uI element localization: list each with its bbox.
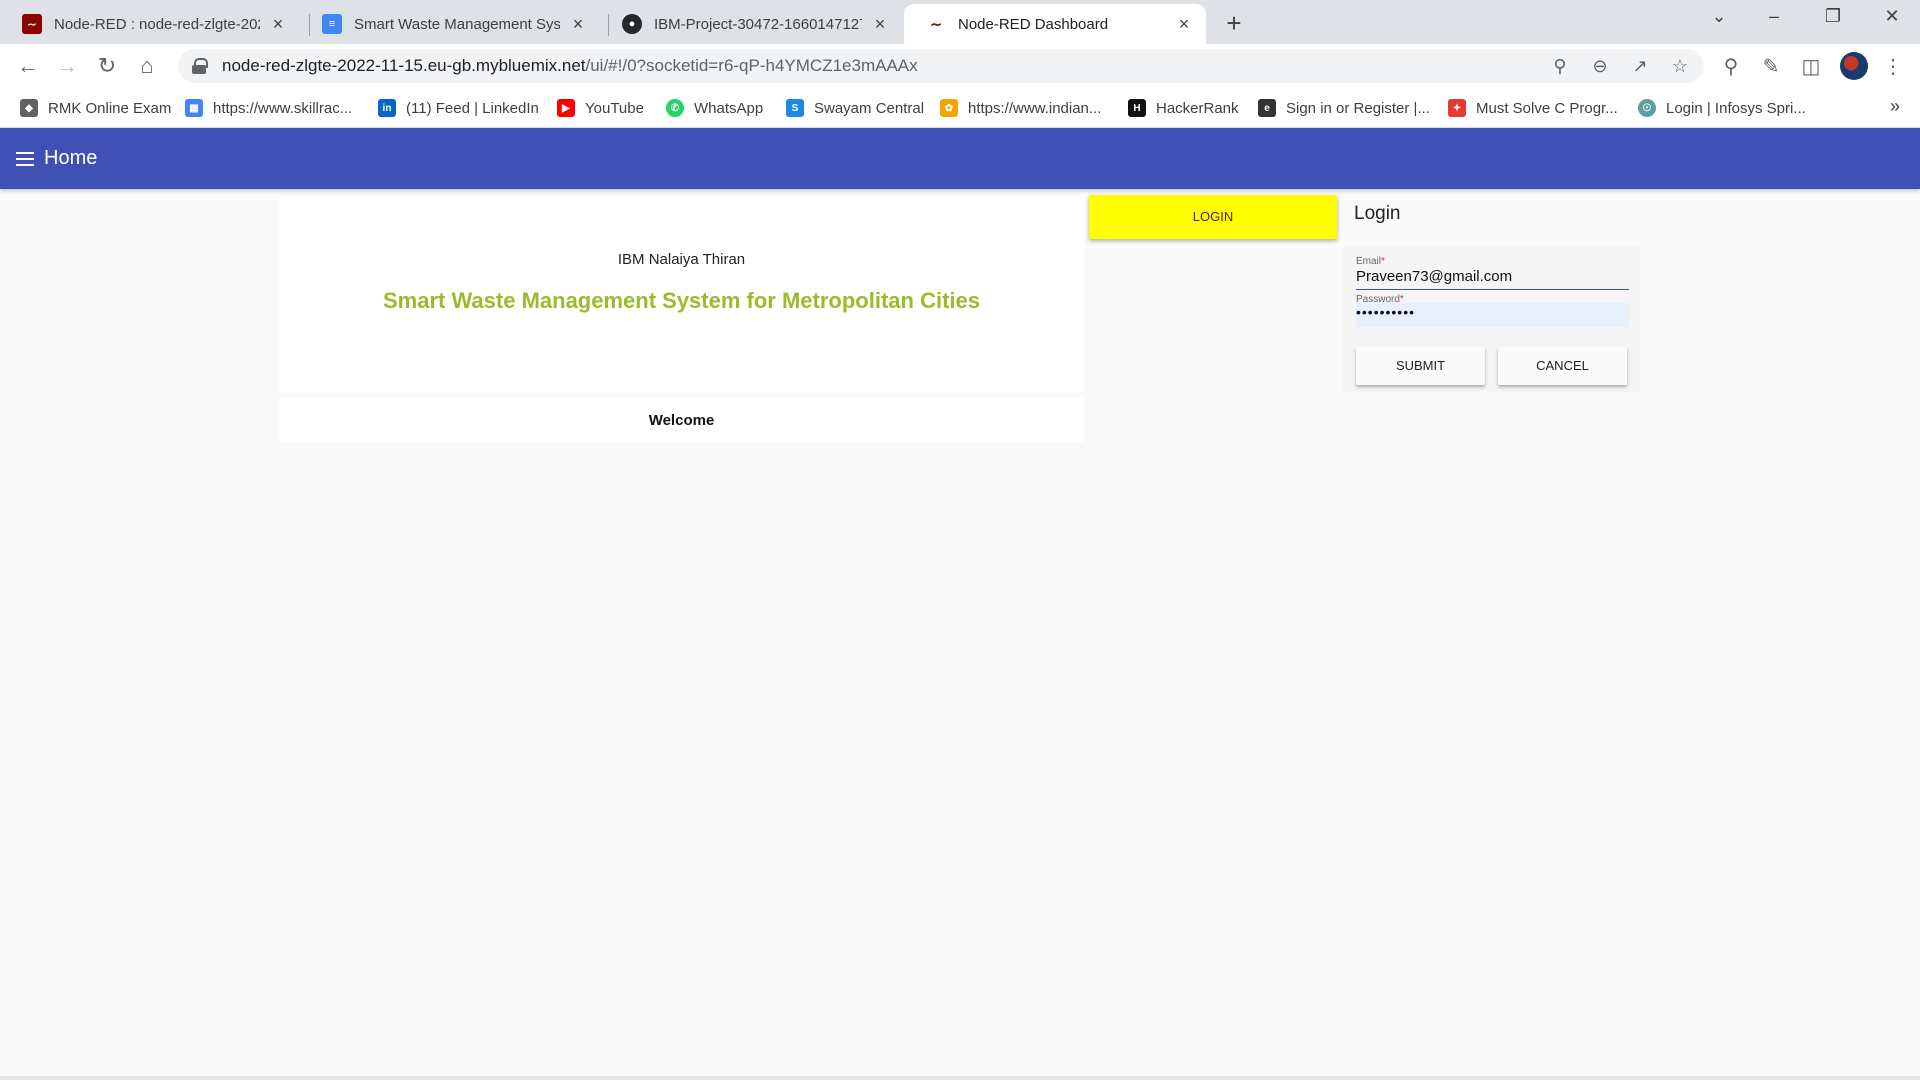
node-red-icon: ∼ bbox=[926, 14, 946, 34]
password-field[interactable]: •••••••••• bbox=[1356, 303, 1629, 327]
whatsapp-icon: ✆ bbox=[666, 99, 684, 117]
bookmark-label: Swayam Central bbox=[814, 99, 925, 117]
tab-search-icon[interactable]: ⌄ bbox=[1699, 6, 1739, 27]
youtube-icon: ▶ bbox=[557, 99, 575, 117]
browser-toolbar: ← → ↻ ⌂ node-red-zlgte-2022-11-15.eu-gb.… bbox=[0, 44, 1920, 88]
forward-button[interactable]: → bbox=[53, 52, 81, 80]
back-button[interactable]: ← bbox=[14, 52, 42, 80]
bookmark-sign-in[interactable]: e Sign in or Register |... bbox=[1258, 97, 1430, 119]
submit-button[interactable]: SUBMIT bbox=[1356, 346, 1485, 385]
bookmark-label: https://www.skillrac... bbox=[213, 99, 353, 117]
dashboard-app-bar: Home bbox=[0, 128, 1920, 189]
welcome-card: Welcome bbox=[279, 397, 1084, 442]
bookmark-label: (11) Feed | LinkedIn bbox=[406, 99, 539, 117]
skillrack-icon: ▦ bbox=[185, 99, 203, 117]
close-icon[interactable]: × bbox=[870, 14, 890, 35]
extensions-icon[interactable]: ✎ bbox=[1758, 54, 1784, 79]
bookmark-linkedin[interactable]: in (11) Feed | LinkedIn bbox=[378, 97, 539, 119]
login-heading: Login bbox=[1354, 203, 1401, 224]
tab-title: Node-RED : node-red-zlgte-2022-11-15 bbox=[54, 15, 260, 33]
minimize-button[interactable]: – bbox=[1754, 6, 1794, 27]
bookmark-label: WhatsApp bbox=[694, 99, 764, 117]
tab-node-red-dashboard[interactable]: ∼ Node-RED Dashboard × bbox=[904, 4, 1206, 44]
eventbrite-icon: e bbox=[1258, 99, 1276, 117]
swayam-icon: S bbox=[786, 99, 804, 117]
title-card: IBM Nalaiya Thiran Smart Waste Managemen… bbox=[279, 196, 1084, 392]
hamburger-menu-icon[interactable] bbox=[16, 151, 34, 166]
bookmark-whatsapp[interactable]: ✆ WhatsApp bbox=[666, 97, 763, 119]
address-bar[interactable]: node-red-zlgte-2022-11-15.eu-gb.mybluemi… bbox=[178, 49, 1704, 83]
welcome-text: Welcome bbox=[648, 412, 715, 429]
email-field[interactable]: Praveen73@gmail.com bbox=[1356, 268, 1629, 290]
bookmark-label: YouTube bbox=[585, 99, 644, 117]
bookmark-label: RMK Online Exam bbox=[48, 99, 172, 117]
close-icon[interactable]: × bbox=[268, 14, 288, 35]
bookmark-must-solve-c[interactable]: ✦ Must Solve C Progr... bbox=[1448, 97, 1618, 119]
cancel-button[interactable]: CANCEL bbox=[1498, 346, 1627, 385]
tab-github[interactable]: ● IBM-Project-30472-1660147127/ × bbox=[600, 4, 902, 44]
bookmarks-bar: ◆ RMK Online Exam ▦ https://www.skillrac… bbox=[0, 88, 1920, 128]
github-icon: ● bbox=[622, 14, 642, 34]
email-label: Email* bbox=[1356, 256, 1385, 267]
bookmark-hackerrank[interactable]: H HackerRank bbox=[1128, 97, 1239, 119]
menu-kebab-icon[interactable]: ⋮ bbox=[1880, 54, 1906, 79]
bookmark-indianbank[interactable]: ✿ https://www.indian... bbox=[940, 97, 1101, 119]
subtitle-text: IBM Nalaiya Thiran bbox=[617, 251, 746, 268]
node-red-icon: ∼ bbox=[22, 14, 42, 34]
bookmark-youtube[interactable]: ▶ YouTube bbox=[557, 97, 644, 119]
bookmark-label: https://www.indian... bbox=[968, 99, 1102, 117]
bookmark-infosys[interactable]: ☉ Login | Infosys Spri... bbox=[1638, 97, 1806, 119]
lock-icon[interactable] bbox=[192, 58, 208, 74]
restore-button[interactable]: ❐ bbox=[1813, 6, 1853, 27]
bookmark-label: Sign in or Register |... bbox=[1286, 99, 1430, 117]
page-title: Home bbox=[44, 147, 98, 169]
bookmark-label: Login | Infosys Spri... bbox=[1666, 99, 1806, 117]
login-form: Email* Praveen73@gmail.com Password* •••… bbox=[1343, 246, 1640, 392]
hackerrank-icon: H bbox=[1128, 99, 1146, 117]
bookmark-rmk-online-exam[interactable]: ◆ RMK Online Exam bbox=[20, 97, 171, 119]
url-text[interactable]: node-red-zlgte-2022-11-15.eu-gb.mybluemi… bbox=[222, 56, 918, 76]
tab-google-doc[interactable]: ≡ Smart Waste Management System × bbox=[300, 4, 600, 44]
tab-title: IBM-Project-30472-1660147127/ bbox=[654, 15, 862, 33]
reload-button[interactable]: ↻ bbox=[93, 52, 121, 80]
bookmark-label: HackerRank bbox=[1156, 99, 1239, 117]
key-icon[interactable]: ⚲ bbox=[1548, 56, 1572, 77]
project-title: Smart Waste Management System for Metrop… bbox=[383, 288, 980, 313]
tab-strip: ∼ Node-RED : node-red-zlgte-2022-11-15 ×… bbox=[0, 0, 1920, 44]
share-icon[interactable]: ↗ bbox=[1628, 56, 1652, 77]
side-panel-icon[interactable]: ◫ bbox=[1798, 54, 1824, 79]
globe-icon: ☉ bbox=[1638, 99, 1656, 117]
close-icon[interactable]: × bbox=[1174, 14, 1194, 35]
tab-title: Smart Waste Management System bbox=[354, 15, 560, 33]
google-docs-icon: ≡ bbox=[322, 14, 342, 34]
shield-icon: ◆ bbox=[20, 99, 38, 117]
close-icon[interactable]: × bbox=[568, 14, 588, 35]
tab-node-red-editor[interactable]: ∼ Node-RED : node-red-zlgte-2022-11-15 × bbox=[0, 4, 300, 44]
star-icon[interactable]: ☆ bbox=[1668, 56, 1692, 77]
bookmark-label: Must Solve C Progr... bbox=[1476, 99, 1618, 117]
puzzle-icon: ✦ bbox=[1448, 99, 1466, 117]
bottom-divider bbox=[0, 1076, 1920, 1080]
home-button[interactable]: ⌂ bbox=[133, 52, 161, 80]
linkedin-icon: in bbox=[378, 99, 396, 117]
more-bookmarks-icon[interactable]: » bbox=[1890, 96, 1900, 117]
bookmark-swayam[interactable]: S Swayam Central bbox=[786, 97, 924, 119]
search-icon[interactable]: ⚲ bbox=[1718, 54, 1744, 79]
new-tab-button[interactable]: + bbox=[1218, 8, 1250, 39]
login-button[interactable]: LOGIN bbox=[1089, 195, 1337, 239]
bookmark-skillrack[interactable]: ▦ https://www.skillrac... bbox=[185, 97, 352, 119]
indianbank-icon: ✿ bbox=[940, 99, 958, 117]
tab-title: Node-RED Dashboard bbox=[958, 15, 1109, 33]
profile-avatar[interactable] bbox=[1840, 52, 1868, 80]
close-window-button[interactable]: ✕ bbox=[1872, 6, 1912, 27]
zoom-icon[interactable]: ⊖ bbox=[1588, 56, 1612, 77]
